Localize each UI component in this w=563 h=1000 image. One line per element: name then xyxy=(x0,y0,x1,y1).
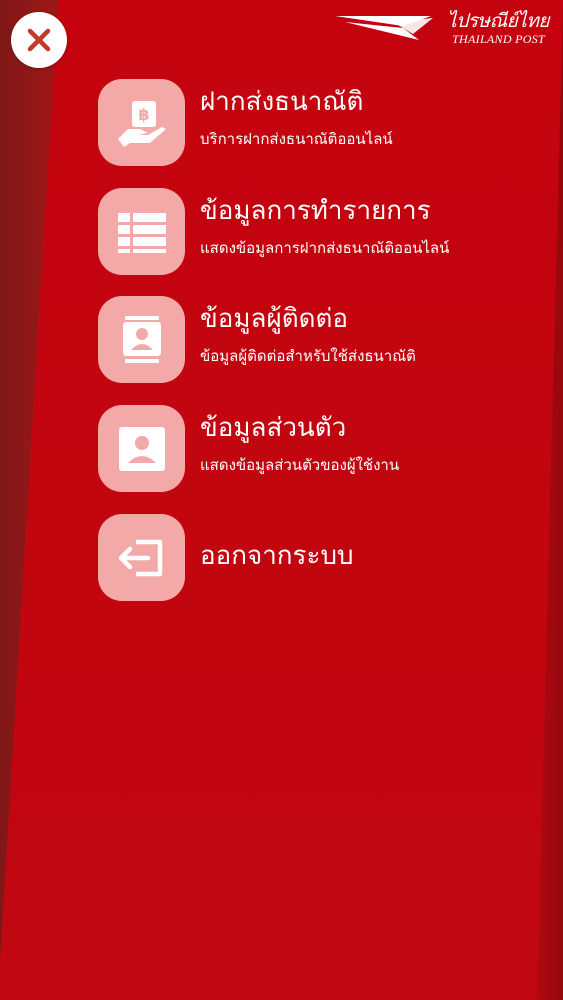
menu-icon-tile xyxy=(98,296,185,383)
list-table-icon xyxy=(117,212,166,253)
menu-item-title: ข้อมูลผู้ติดต่อ xyxy=(200,304,348,334)
menu-item-profile[interactable]: ข้อมูลส่วนตัว แสดงข้อมูลส่วนตัวของผู้ใช้… xyxy=(98,405,538,493)
menu-item-subtitle: แสดงข้อมูลส่วนตัวของผู้ใช้งาน xyxy=(200,456,400,474)
close-icon xyxy=(27,28,51,52)
menu-icon-tile: ฿ xyxy=(98,79,185,166)
hand-baht-icon: ฿ xyxy=(117,100,166,147)
svg-text:฿: ฿ xyxy=(138,105,149,124)
menu-item-title: ข้อมูลส่วนตัว xyxy=(200,413,347,443)
menu-icon-tile xyxy=(98,514,185,601)
menu-item-subtitle: บริการฝากส่งธนาณัติออนไลน์ xyxy=(200,130,393,148)
logo-english-text: THAILAND POST xyxy=(452,32,545,46)
menu-item-title: ฝากส่งธนาณัติ xyxy=(200,87,364,117)
logo-thai-text: ไปรษณีย์ไทย xyxy=(447,10,549,32)
menu-item-contacts[interactable]: ข้อมูลผู้ติดต่อ ข้อมูลผู้ติดต่อสำหรับใช้… xyxy=(98,296,538,384)
menu-icon-tile xyxy=(98,405,185,492)
close-button[interactable] xyxy=(11,12,67,68)
thailand-post-logo: ไปรษณีย์ไทย THAILAND POST xyxy=(333,10,553,46)
menu-item-transactions[interactable]: ข้อมูลการทำรายการ แสดงข้อมูลการฝากส่งธนา… xyxy=(98,188,538,276)
post-wing-icon xyxy=(335,16,433,40)
menu-item-logout[interactable]: ออกจากระบบ xyxy=(98,514,538,602)
profile-card-icon xyxy=(118,426,165,471)
logout-icon xyxy=(118,539,162,576)
menu-item-money-order[interactable]: ฿ ฝากส่งธนาณัติ บริการฝากส่งธนาณัติออนไล… xyxy=(98,79,538,167)
menu-item-title: ข้อมูลการทำรายการ xyxy=(200,196,431,226)
menu-screen: ไปรษณีย์ไทย THAILAND POST ฿ ฝากส่งธนาณัต… xyxy=(0,0,563,1000)
menu-icon-tile xyxy=(98,188,185,275)
menu-item-subtitle: แสดงข้อมูลการฝากส่งธนาณัติออนไลน์ xyxy=(200,239,450,257)
menu-item-title: ออกจากระบบ xyxy=(200,541,354,571)
contact-book-icon xyxy=(122,315,161,363)
menu-item-subtitle: ข้อมูลผู้ติดต่อสำหรับใช้ส่งธนาณัติ xyxy=(200,347,416,365)
